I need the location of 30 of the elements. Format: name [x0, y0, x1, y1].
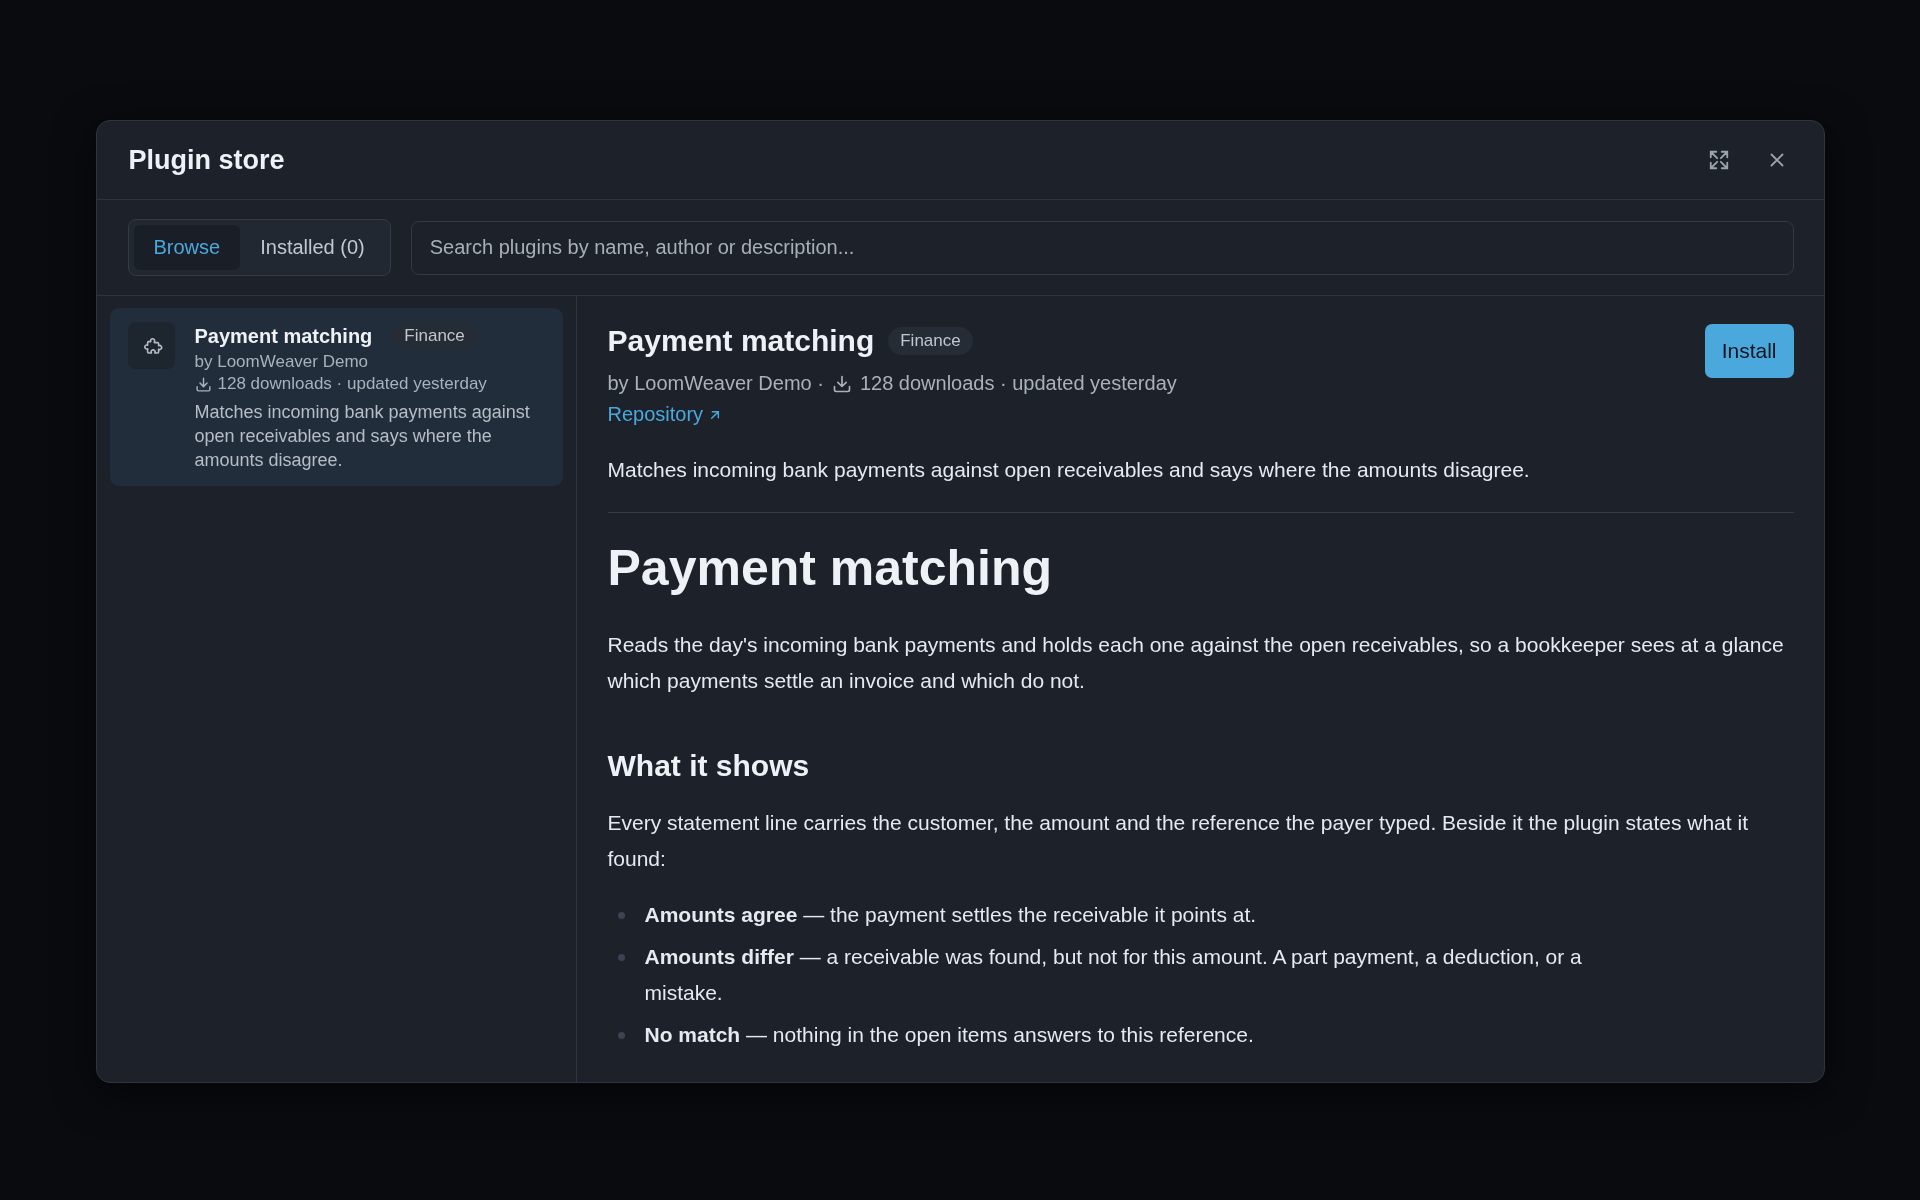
list-item-text: Amounts agree — the payment settles the receivable it points at. — [644, 902, 1257, 928]
download-icon — [831, 373, 852, 394]
plugin-card[interactable]: Payment matching Finance by LoomWeaver Demo 128 downloads · updated yesterday Matches incoming bank payments against open receivables and says where the amounts disagree. — [109, 308, 563, 486]
readme-paragraph: Every statement line carries the customer, the amount and the reference the payer typed. Beside it the plugin states what it found: — [607, 810, 1749, 872]
plugin-name: Payment matching — [194, 324, 373, 348]
list-item-text: Amounts differ — a receivable was found, but not for this amount. A part payment, a deduction, or a mistake. — [644, 944, 1583, 1006]
list-item-text: No match — nothing in the open items answers to this reference. — [644, 1022, 1254, 1048]
dialog-title: Plugin store — [128, 144, 285, 176]
category-tag: Finance — [888, 327, 973, 355]
search-field[interactable]: Search plugins by name, author or description... — [410, 220, 1794, 275]
plugin-summary: Matches incoming bank payments against open receivables and says where the amounts disagree. — [607, 457, 1531, 483]
plugin-title: Payment matching — [607, 324, 875, 358]
plugin-author: by LoomWeaver Demo — [194, 352, 370, 372]
plugin-stats: 128 downloads · updated yesterday — [859, 372, 1177, 395]
download-icon — [194, 375, 212, 393]
tab[interactable]: Installed (0) — [240, 225, 385, 270]
bullet-dot — [617, 1032, 625, 1039]
category-tag: Finance — [392, 322, 477, 350]
readme-subheading: What it shows — [607, 749, 811, 783]
repository-link[interactable]: Repository — [607, 403, 724, 426]
install-button[interactable]: Install — [1704, 324, 1794, 378]
readme-paragraph: Reads the day's incoming bank payments and holds each one against the open receivables, so a bookkeeper sees at a glance which payments settle an invoice and which do not. — [607, 632, 1785, 694]
plugin-stats: 128 downloads · updated yesterday — [217, 374, 487, 394]
readme-heading: Payment matching — [607, 539, 1054, 597]
tab[interactable]: Browse — [133, 225, 241, 270]
plugin-author: by LoomWeaver Demo · — [607, 372, 824, 395]
bullet-dot — [617, 954, 625, 961]
puzzle-icon — [127, 322, 175, 369]
bullet-dot — [617, 912, 625, 919]
plugin-description: Matches incoming bank payments against open receivables and says where the amounts disagree. — [194, 401, 531, 472]
